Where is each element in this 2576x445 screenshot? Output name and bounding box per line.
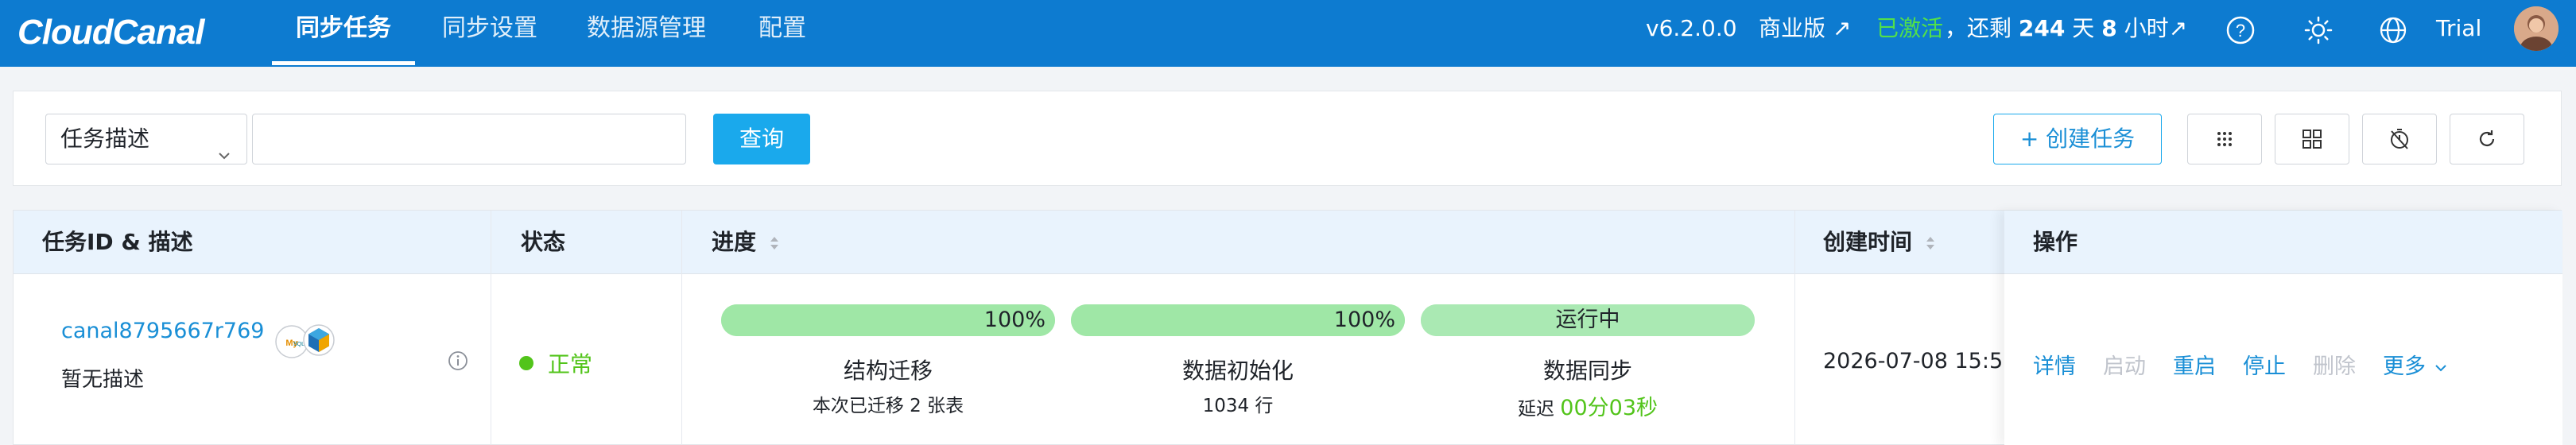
sort-icon [770,237,778,250]
progress-bar-text: 100% [1333,308,1395,332]
search-input[interactable] [252,114,686,164]
datasource-logos: My SQL [274,323,339,360]
delay-label: 延迟 [1517,399,1554,420]
column-divider [1794,211,1795,445]
progress-title-data-init: 数据初始化 [1181,358,1294,384]
user-name[interactable]: Trial [2436,0,2481,57]
tab-config[interactable]: 配置 [758,0,806,67]
user-avatar[interactable] [2514,6,2559,51]
delay-value: 00分03秒 [1560,396,1658,420]
more-label: 更多 [2383,354,2426,379]
progress-bar-text: 100% [983,308,1046,332]
column-header-progress[interactable]: 进度 [683,211,780,274]
license-remaining-prefix: ，还剩 [1945,15,2012,41]
progress-sub-data-sync: 延迟 00分03秒 [1421,390,1755,421]
info-icon[interactable] [448,350,468,374]
license-hours: 8 [2101,15,2117,41]
operations-column: 操作 详情 启动 重启 停止 删除 更多 [2004,211,2562,445]
column-header-ops: 操作 [2033,229,2078,255]
task-table: 任务ID & 描述 状态 进度 创建时间 canal8795667r769 暂无… [13,210,2562,445]
theme-sun-icon[interactable] [2302,14,2334,46]
filter-panel: 任务描述 查询 + 创建任务 [13,91,2562,186]
tab-sync-tasks[interactable]: 同步任务 [272,0,415,67]
license-hours-unit: 小时↗ [2124,15,2188,41]
task-description: 暂无描述 [61,368,145,392]
column-header-created-label: 创建时间 [1823,229,1913,255]
column-header-progress-label: 进度 [712,229,757,255]
grid-view-button[interactable] [2187,114,2262,164]
card-view-button[interactable] [2275,114,2349,164]
chevron-down-icon [216,132,232,181]
svg-text:?: ? [2236,21,2245,41]
chevron-down-icon [2434,364,2446,371]
progress-bar-structure: 100% [721,304,1055,336]
search-field-select[interactable]: 任务描述 [45,114,247,164]
layout-grid-icon [2302,130,2322,149]
top-navigation-bar: CloudCanal 同步任务 同步设置 数据源管理 配置 v6.2.0.0 商… [0,0,2576,67]
activation-status: 已激活 [1876,15,1944,41]
created-time: 2026-07-08 15:56 [1823,349,2017,373]
start-button[interactable]: 启动 [2103,349,2146,380]
stop-button[interactable]: 停止 [2243,349,2286,380]
query-button[interactable]: 查询 [713,114,810,164]
search-field-select-value: 任务描述 [60,126,150,152]
tab-sync-settings[interactable]: 同步设置 [442,0,537,67]
progress-sub-structure: 本次已迁移 2 张表 [812,396,964,416]
language-globe-icon[interactable] [2377,14,2409,46]
operations-header-bg [2004,211,2562,274]
refresh-icon [2479,130,2495,146]
license-days: 244 [2018,15,2066,41]
column-header-created-time[interactable]: 创建时间 [1794,211,1936,274]
create-task-button[interactable]: + 创建任务 [1993,114,2162,164]
column-header-task: 任务ID & 描述 [42,229,193,255]
column-header-status: 状态 [521,229,566,255]
column-divider [681,211,682,445]
progress-title-data-sync: 数据同步 [1542,358,1632,384]
progress-sub-data-init: 1034 行 [1202,396,1274,416]
details-button[interactable]: 详情 [2033,349,2076,380]
sort-icon [1926,237,1934,250]
auto-refresh-off-button[interactable] [2362,114,2437,164]
version-label: v6.2.0.0 [1646,15,1737,41]
progress-bar-data-sync: 运行中 [1421,304,1755,336]
license-days-unit: 天 [2072,15,2095,41]
edition-link[interactable]: 商业版 ↗ [1759,0,1851,57]
cloudcanal-logo[interactable]: CloudCanal [17,6,204,59]
tab-datasource-management[interactable]: 数据源管理 [587,0,706,67]
progress-bar-text: 运行中 [1555,308,1620,332]
progress-bar-data-init: 100% [1071,304,1405,336]
restart-button[interactable]: 重启 [2173,349,2216,380]
help-icon[interactable]: ? [2225,14,2256,46]
status-dot-icon [519,356,533,370]
svg-text:SQL: SQL [293,342,305,347]
delete-button[interactable]: 删除 [2313,349,2356,380]
task-id-link[interactable]: canal8795667r769 [61,319,264,343]
progress-title-structure: 结构迁移 [843,358,933,384]
dots-grid-icon [2217,132,2232,146]
mysql-logo-icon: My SQL [275,325,308,358]
timer-off-icon [2391,129,2408,149]
more-dropdown[interactable]: 更多 [2383,349,2449,380]
status-badge: 正常 [519,347,592,379]
refresh-button[interactable] [2450,114,2524,164]
sync-target-logo-icon [303,324,335,356]
license-remaining[interactable]: ，还剩 244 天 8 小时↗ [1945,0,2187,57]
status-text: 正常 [548,351,593,377]
